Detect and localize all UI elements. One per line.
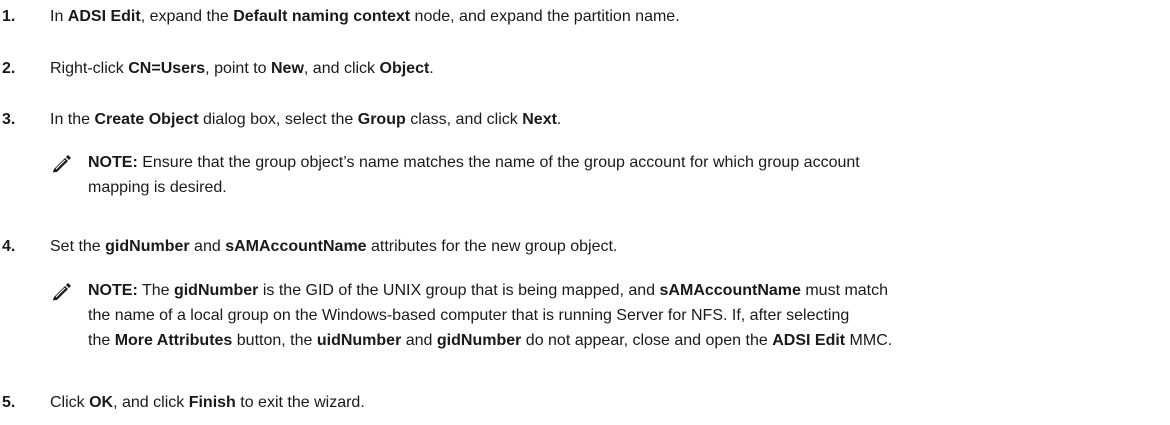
step-number: 2. [2,60,16,77]
note-line: mapping is desired. [88,175,1165,200]
step-text: Right-click CN=Users, point to New, and … [50,58,1160,80]
emphasis-text: gidNumber [436,332,522,349]
step-text: Click OK, and click Finish to exit the w… [50,392,1160,414]
emphasis-text: gidNumber [173,282,259,299]
step-text: Set the gidNumber and sAMAccountName att… [50,236,1160,258]
text-run: Ensure that the group object’s name matc… [137,154,860,171]
note-line: the More Attributes button, the uidNumbe… [88,328,1165,353]
emphasis-text: Next [522,111,557,128]
step-text: In ADSI Edit, expand the Default naming … [50,6,1160,28]
document: 1. In ADSI Edit, expand the Default nami… [0,0,1170,425]
text-run: do not appear, close and open the [521,332,773,349]
emphasis-text: New [271,60,304,77]
text-run: is the GID of the UNIX group that is bei… [258,282,660,299]
emphasis-text: Default naming context [233,8,411,25]
text-run: , point to [205,60,271,77]
text-run: , expand the [140,8,234,25]
emphasis-text: ADSI Edit [67,8,141,25]
text-run: . [429,60,434,77]
text-run: mapping is desired. [88,179,227,196]
emphasis-text: NOTE: [88,154,138,171]
step-number: 1. [2,8,16,25]
text-run: MMC. [845,332,893,349]
emphasis-text: OK [89,394,114,411]
pencil-note-icon [50,281,74,301]
text-run: , and click [303,60,380,77]
step-number: 5. [2,394,16,411]
text-run: Right-click [50,60,129,77]
text-run: Set the [50,238,106,255]
text-run: . [556,111,562,128]
text-run: must match [800,282,889,299]
text-run: and [189,238,226,255]
step-number: 3. [2,111,16,128]
step-number: 4. [2,238,16,255]
text-run: In the [50,111,95,128]
emphasis-text: sAMAccountName [225,238,367,255]
emphasis-text: uidNumber [316,332,402,349]
emphasis-text: sAMAccountName [659,282,801,299]
text-run: node, and expand the partition name. [410,8,680,25]
text-run: attributes for the new group object. [366,238,618,255]
emphasis-text: Finish [188,394,236,411]
text-run: In [50,8,68,25]
note-line: NOTE: Ensure that the group object’s nam… [88,150,1165,175]
text-run: button, the [232,332,317,349]
emphasis-text: More Attributes [114,332,233,349]
emphasis-text: CN=Users [128,60,206,77]
note-body: NOTE: Ensure that the group object’s nam… [88,150,1165,200]
step-text: In the Create Object dialog box, select … [50,109,1160,131]
emphasis-text: gidNumber [105,238,190,255]
text-run: The [137,282,174,299]
text-run: the name of a local group on the Windows… [88,307,850,324]
text-run: and [401,332,437,349]
emphasis-text: NOTE: [88,282,138,299]
text-run: the [88,332,115,349]
note-line: NOTE: The gidNumber is the GID of the UN… [88,278,1165,303]
emphasis-text: Group [357,111,406,128]
text-run: , and click [113,394,189,411]
emphasis-text: Create Object [94,111,199,128]
pencil-note-icon [50,153,74,173]
text-run: class, and click [405,111,523,128]
emphasis-text: ADSI Edit [772,332,846,349]
emphasis-text: Object [379,60,430,77]
text-run: dialog box, select the [198,111,358,128]
text-run: to exit the wizard. [235,394,365,411]
text-run: Click [50,394,90,411]
note-line: the name of a local group on the Windows… [88,303,1165,328]
note-body: NOTE: The gidNumber is the GID of the UN… [88,278,1165,353]
